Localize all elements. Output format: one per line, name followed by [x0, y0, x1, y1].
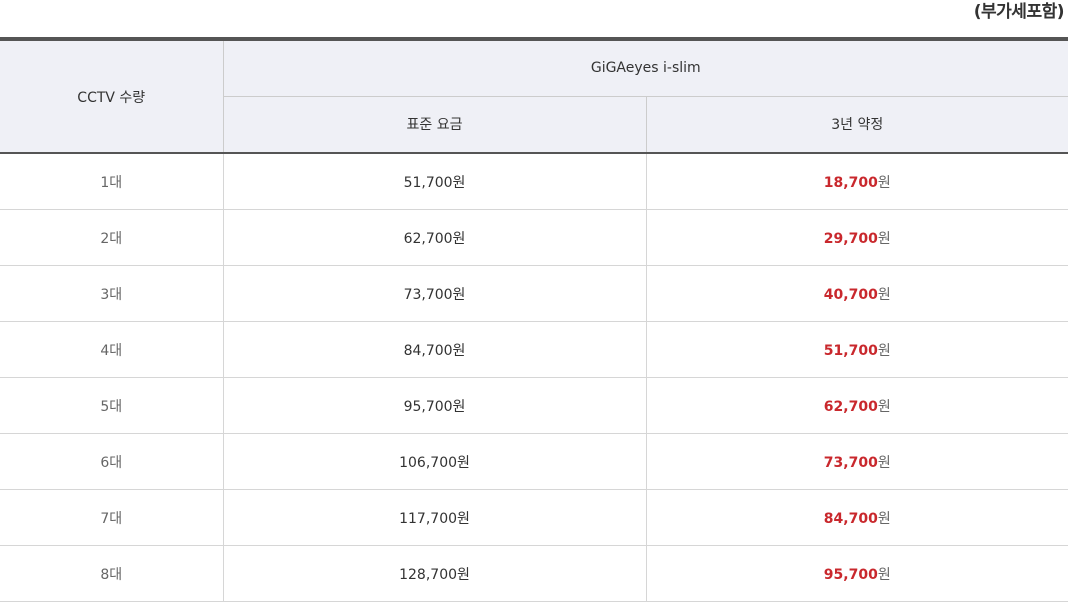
table-row: 6대 106,700원 73,700원	[0, 433, 1068, 490]
contract-price-cell: 40,700원	[646, 265, 1068, 322]
product-name-header: GiGAeyes i-slim	[223, 39, 1068, 97]
standard-price-cell: 128,700원	[223, 545, 647, 602]
table-row: 2대 62,700원 29,700원	[0, 209, 1068, 266]
contract-price-unit: 원	[877, 174, 891, 191]
contract-price-amount: 62,700	[823, 398, 878, 415]
standard-price-cell: 62,700원	[223, 209, 647, 266]
table-row: 3대 73,700원 40,700원	[0, 265, 1068, 322]
standard-price-cell: 117,700원	[223, 489, 647, 546]
contract-price-unit: 원	[877, 398, 891, 415]
table-row: 1대 51,700원 18,700원	[0, 153, 1068, 210]
contract-price-unit: 원	[877, 454, 891, 471]
header-row-top: CCTV 수량 GiGAeyes i-slim	[0, 39, 1068, 154]
price-table-header: CCTV 수량 GiGAeyes i-slim 표준 요금 3년 약정	[0, 39, 1068, 154]
contract-price-amount: 29,700	[823, 230, 878, 247]
standard-price-cell: 84,700원	[223, 321, 647, 378]
table-row: 4대 84,700원 51,700원	[0, 321, 1068, 378]
contract-price-cell: 84,700원	[646, 489, 1068, 546]
contract-price-cell: 73,700원	[646, 433, 1068, 490]
quantity-cell: 1대	[0, 153, 224, 210]
standard-price-cell: 73,700원	[223, 265, 647, 322]
standard-price-cell: 106,700원	[223, 433, 647, 490]
contract-price-cell: 62,700원	[646, 377, 1068, 434]
quantity-cell: 6대	[0, 433, 224, 490]
contract-price-unit: 원	[877, 510, 891, 527]
quantity-cell: 8대	[0, 545, 224, 602]
contract-price-amount: 51,700	[823, 342, 878, 359]
three-year-contract-header: 3년 약정	[646, 96, 1068, 154]
quantity-cell: 7대	[0, 489, 224, 546]
quantity-cell: 5대	[0, 377, 224, 434]
contract-price-cell: 18,700원	[646, 153, 1068, 210]
standard-price-cell: 51,700원	[223, 153, 647, 210]
price-table-body: 1대 51,700원 18,700원 2대 62,700원 29,700원 3대…	[0, 153, 1068, 602]
table-row: 8대 128,700원 95,700원	[0, 545, 1068, 602]
table-row: 7대 117,700원 84,700원	[0, 489, 1068, 546]
contract-price-amount: 73,700	[823, 454, 878, 471]
contract-price-cell: 95,700원	[646, 545, 1068, 602]
quantity-cell: 4대	[0, 321, 224, 378]
contract-price-unit: 원	[877, 566, 891, 583]
contract-price-amount: 40,700	[823, 286, 878, 303]
quantity-cell: 3대	[0, 265, 224, 322]
contract-price-cell: 29,700원	[646, 209, 1068, 266]
contract-price-unit: 원	[877, 342, 891, 359]
vat-included-note: (부가세포함)	[973, 2, 1065, 22]
price-table: CCTV 수량 GiGAeyes i-slim 표준 요금 3년 약정 1대 5…	[0, 37, 1068, 602]
contract-price-unit: 원	[877, 230, 891, 247]
contract-price-amount: 18,700	[823, 174, 878, 191]
table-row: 5대 95,700원 62,700원	[0, 377, 1068, 434]
standard-price-cell: 95,700원	[223, 377, 647, 434]
contract-price-cell: 51,700원	[646, 321, 1068, 378]
standard-fee-header: 표준 요금	[223, 96, 647, 154]
contract-price-unit: 원	[877, 286, 891, 303]
contract-price-amount: 95,700	[823, 566, 878, 583]
cctv-quantity-header: CCTV 수량	[0, 39, 224, 154]
contract-price-amount: 84,700	[823, 510, 878, 527]
quantity-cell: 2대	[0, 209, 224, 266]
